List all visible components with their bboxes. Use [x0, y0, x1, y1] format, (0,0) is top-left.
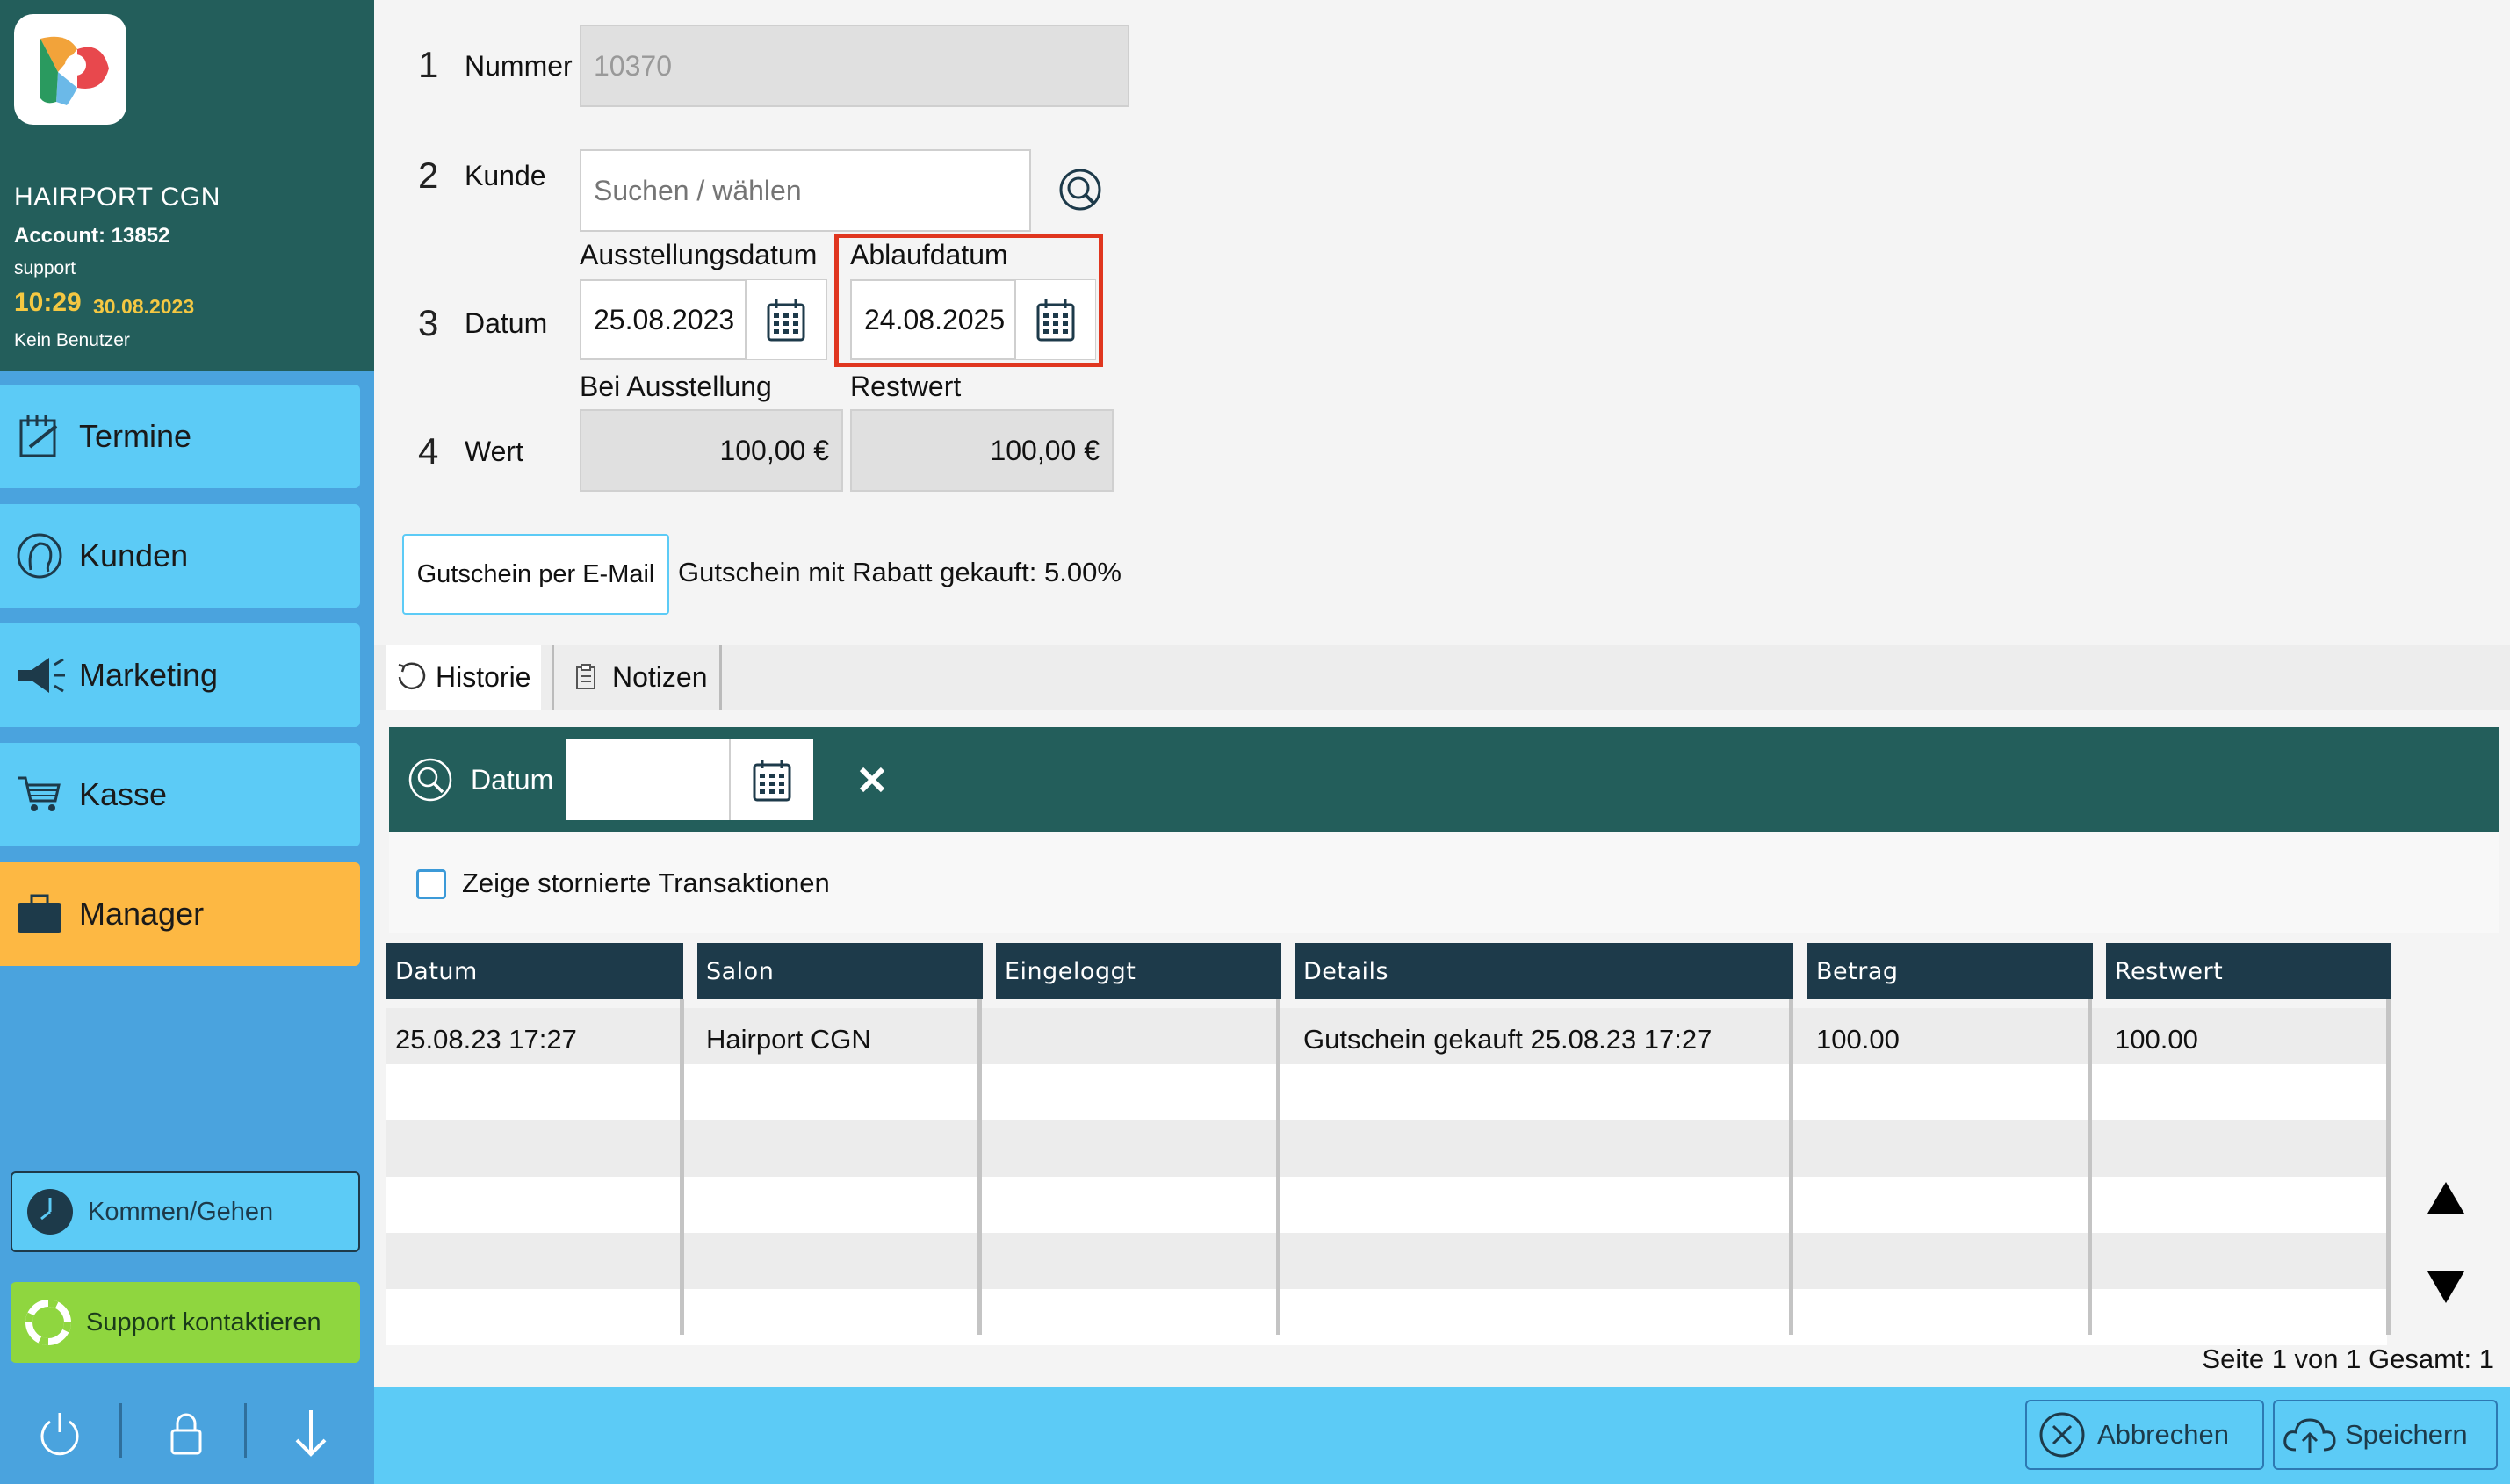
arrow-down-icon[interactable] [279, 1405, 343, 1461]
megaphone-icon [0, 623, 79, 727]
lifebuoy-icon [11, 1300, 86, 1345]
table-header-restwert[interactable]: Restwert [2106, 943, 2391, 999]
lock-icon[interactable] [155, 1405, 218, 1461]
scroll-up-icon[interactable] [2426, 1180, 2466, 1215]
calendar-icon[interactable] [1014, 280, 1095, 359]
gutschein-email-button[interactable]: Gutschein per E-Mail [402, 534, 669, 615]
sidebar-bottom-toolbar [0, 1396, 374, 1466]
wert-label: Wert [465, 436, 523, 467]
nav-manager-label: Manager [79, 896, 205, 932]
nav-kasse[interactable]: Kasse [0, 743, 360, 846]
table-header-details[interactable]: Details [1295, 943, 1793, 999]
step-4-number: 4 [418, 430, 439, 472]
cart-icon [0, 743, 79, 846]
save-label: Speichern [2345, 1419, 2468, 1450]
wert-restwert-value: 100,00 € [850, 409, 1114, 492]
restwert-label: Restwert [850, 371, 962, 402]
discount-info: Gutschein mit Rabatt gekauft: 5.00% [678, 557, 1122, 587]
bei-ausstellung-label: Bei Ausstellung [580, 371, 772, 402]
step-1-number: 1 [418, 44, 439, 85]
table-header-eingeloggt[interactable]: Eingeloggt [996, 943, 1281, 999]
calendar-icon[interactable] [729, 739, 813, 820]
cell-betrag: 100.00 [1816, 1024, 1900, 1055]
app-logo-mark [40, 36, 109, 105]
nav-kunden-label: Kunden [79, 537, 189, 573]
kunde-search-input[interactable] [580, 149, 1031, 232]
calendar-edit-icon [0, 385, 79, 488]
cancel-button[interactable]: Abbrechen [2025, 1400, 2264, 1470]
nummer-field: 10370 [580, 25, 1129, 107]
column-divider [2088, 999, 2092, 1335]
kommen-gehen-label: Kommen/Gehen [88, 1197, 274, 1226]
table-header-betrag[interactable]: Betrag [1807, 943, 2093, 999]
save-button[interactable]: Speichern [2273, 1400, 2498, 1470]
search-icon [408, 757, 453, 803]
close-icon[interactable] [852, 757, 892, 803]
current-user-status: Kein Benutzer [14, 330, 130, 350]
app-logo [14, 14, 126, 125]
customer-head-icon [0, 504, 79, 608]
logged-user: support [14, 258, 76, 278]
cell-details: Gutschein gekauft 25.08.23 17:27 [1303, 1024, 1713, 1055]
column-divider [2386, 999, 2391, 1335]
show-cancelled-label: Zeige stornierte Transaktionen [462, 868, 830, 898]
column-divider [1789, 999, 1793, 1335]
power-icon[interactable] [28, 1405, 91, 1461]
nav-marketing[interactable]: Marketing [0, 623, 360, 727]
nav-termine[interactable]: Termine [0, 385, 360, 488]
kommen-gehen-button[interactable]: Kommen/Gehen [11, 1171, 360, 1252]
briefcase-icon [0, 862, 79, 966]
toolbar-divider [119, 1403, 122, 1458]
filter-datum-input[interactable] [566, 739, 729, 820]
datum-label: Datum [465, 307, 548, 339]
nav-marketing-label: Marketing [79, 657, 219, 693]
sidebar-header: HAIRPORT CGN Account: 13852 support 10:2… [0, 0, 374, 371]
show-cancelled-checkbox[interactable] [416, 869, 446, 899]
cancel-label: Abbrechen [2097, 1419, 2229, 1450]
salon-name: HAIRPORT CGN [14, 183, 220, 212]
clock-icon [12, 1187, 88, 1236]
clock-time: 10:29 [14, 288, 82, 317]
cancel-circle-icon [2027, 1411, 2097, 1459]
nav-manager[interactable]: Manager [0, 862, 360, 966]
support-button[interactable]: Support kontaktieren [11, 1282, 360, 1363]
nav-termine-label: Termine [79, 418, 192, 454]
nav-kasse-label: Kasse [79, 776, 168, 812]
tab-notizen[interactable]: Notizen [552, 645, 722, 710]
account-number: Account: 13852 [14, 224, 170, 248]
tab-historie[interactable]: Historie [386, 645, 541, 710]
tab-notizen-label: Notizen [612, 660, 708, 693]
search-icon[interactable] [1057, 167, 1107, 216]
clock-date: 30.08.2023 [93, 295, 195, 318]
sidebar: HAIRPORT CGN Account: 13852 support 10:2… [0, 0, 374, 1484]
filter-datum-label: Datum [471, 764, 554, 796]
column-divider [1276, 999, 1280, 1335]
cloud-upload-icon [2275, 1415, 2345, 1455]
step-2-number: 2 [418, 155, 439, 196]
wert-bei-ausstellung-value: 100,00 € [580, 409, 843, 492]
cell-salon: Hairport CGN [706, 1024, 871, 1055]
nav-kunden[interactable]: Kunden [0, 504, 360, 608]
kunde-label: Kunde [465, 160, 546, 191]
step-3-number: 3 [418, 302, 439, 343]
clipboard-icon [575, 664, 596, 690]
column-divider [680, 999, 684, 1335]
column-divider [977, 999, 982, 1335]
cell-restwert: 100.00 [2115, 1024, 2198, 1055]
toolbar-divider [244, 1403, 247, 1458]
history-icon [395, 661, 427, 693]
support-label: Support kontaktieren [86, 1308, 321, 1336]
table-header-salon[interactable]: Salon [697, 943, 983, 999]
pagination-info: Seite 1 von 1 Gesamt: 1 [2202, 1344, 2494, 1374]
nummer-label: Nummer [465, 50, 573, 82]
tab-historie-label: Historie [436, 660, 531, 693]
scroll-down-icon[interactable] [2426, 1270, 2466, 1305]
ausstellungsdatum-label: Ausstellungsdatum [580, 239, 818, 270]
calendar-icon[interactable] [745, 280, 826, 359]
cell-datum: 25.08.23 17:27 [395, 1024, 577, 1055]
table-header-datum[interactable]: Datum [386, 943, 683, 999]
